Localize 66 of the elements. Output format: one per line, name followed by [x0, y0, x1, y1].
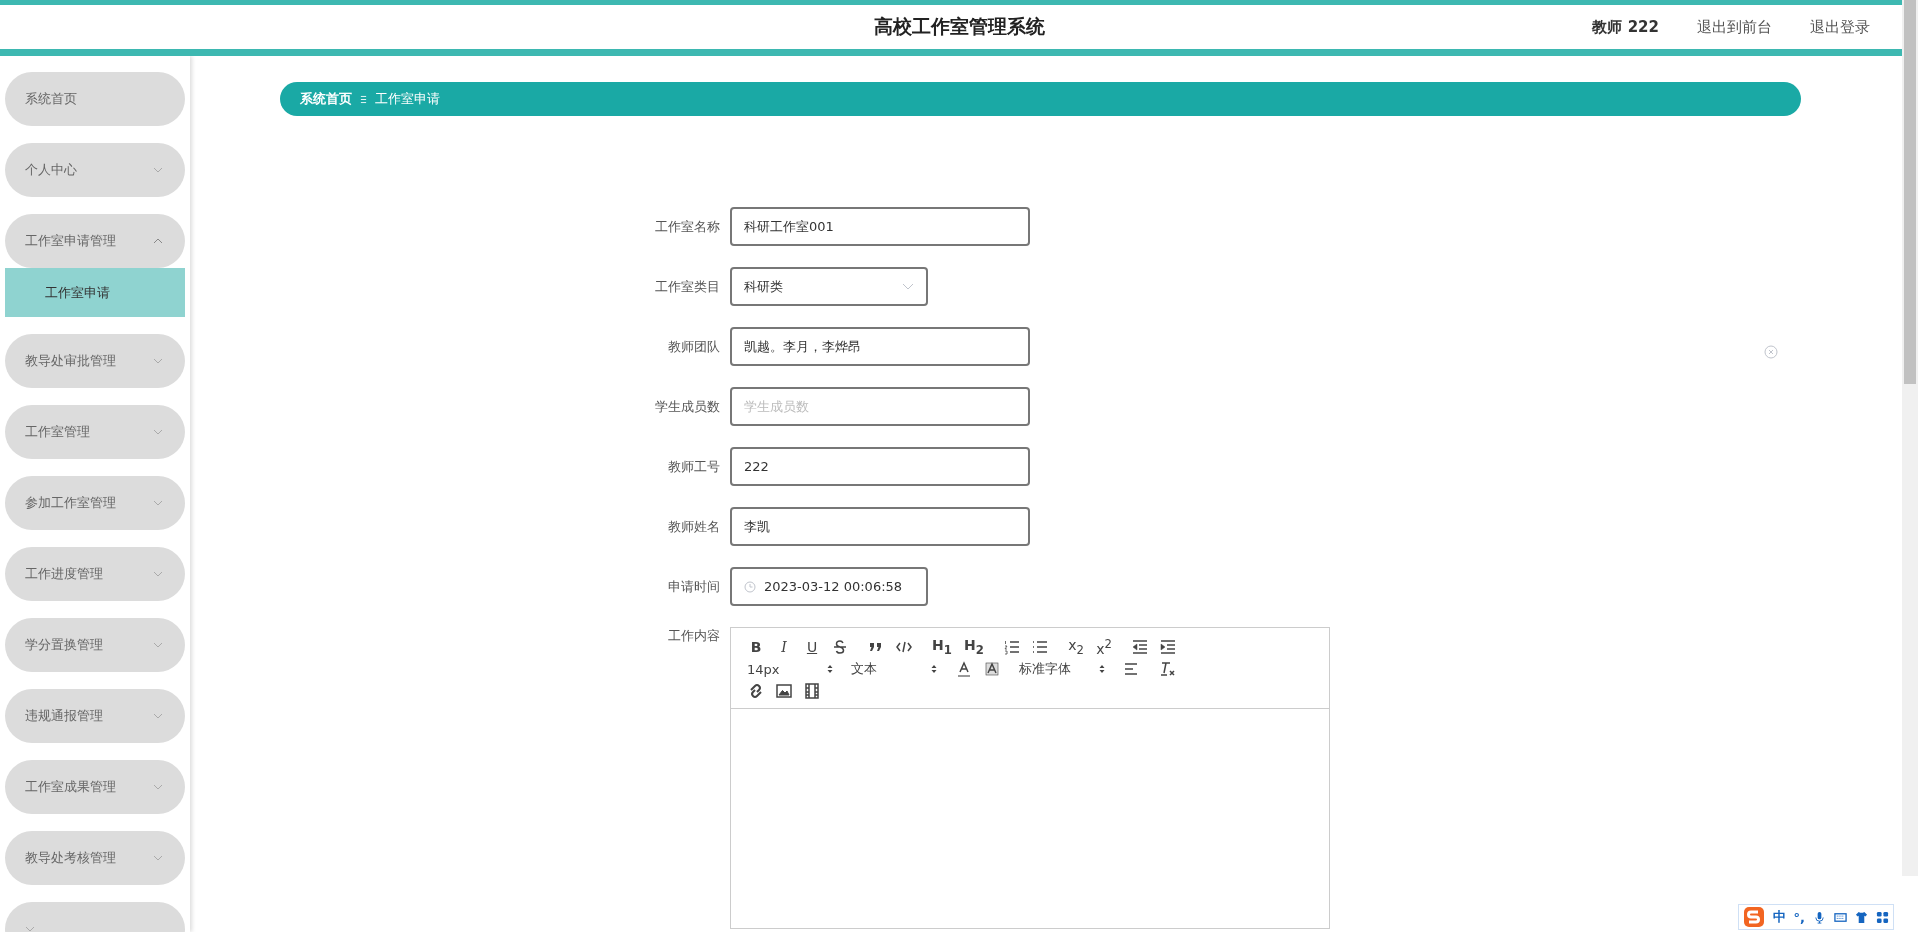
header-link[interactable]: 退出登录 [1810, 17, 1870, 37]
format-button[interactable]: I [773, 637, 795, 657]
field-label: 教师工号 [667, 457, 721, 476]
up-down-arrows-icon [1099, 664, 1105, 674]
scrollbar[interactable] [1902, 0, 1918, 876]
format-button[interactable]: H$_{1}$ [929, 637, 955, 657]
field-label: 学生成员数 [654, 397, 721, 416]
film-icon[interactable] [803, 682, 821, 700]
ime-punctuation[interactable]: °, [1793, 909, 1805, 925]
strikethrough-icon[interactable] [831, 638, 849, 656]
chevron-down-icon [902, 283, 914, 290]
bullet-list-icon[interactable] [1031, 638, 1049, 656]
format-picker[interactable]: 14px [745, 661, 835, 677]
keyboard-icon[interactable] [1834, 910, 1847, 924]
sidebar-subitem[interactable]: 工作室申请 [5, 268, 185, 317]
highlight-icon[interactable] [983, 660, 1001, 678]
scroll-thumb[interactable] [1904, 0, 1916, 384]
input-field[interactable]: 科研工作室001 [730, 207, 1030, 246]
sidebar-item[interactable]: 教导处考核管理 [5, 831, 185, 885]
input-field[interactable]: 凯越。李月，李烨昂 [730, 327, 1030, 366]
sidebar-item[interactable]: 个人中心 [5, 143, 185, 197]
indent-icon[interactable] [1159, 638, 1177, 656]
sidebar-item[interactable]: 参加工作室管理 [5, 476, 185, 530]
input-field[interactable]: 李凯 [730, 507, 1030, 546]
input-field[interactable]: 学生成员数 [730, 387, 1030, 426]
grid-icon[interactable] [1876, 910, 1889, 924]
sidebar-item[interactable]: 工作进度管理 [5, 547, 185, 601]
select-field[interactable]: 科研类 [730, 267, 928, 306]
up-down-arrows-icon [827, 664, 833, 674]
field-label: 工作内容 [667, 627, 721, 645]
input-field[interactable]: 222 [730, 447, 1030, 486]
sidebar-item[interactable]: 工作室管理 [5, 405, 185, 459]
date-field[interactable]: 2023-03-12 00:06:58 [730, 567, 928, 606]
sidebar-item[interactable]: 教导处审批管理 [5, 334, 185, 388]
header-link[interactable]: 退出到前台 [1697, 17, 1772, 37]
field-label: 教师团队 [667, 337, 721, 356]
ime-mode[interactable]: 中 [1772, 908, 1786, 926]
field-label: 工作室名称 [654, 217, 721, 236]
clear-format-icon[interactable] [1159, 660, 1177, 678]
sidebar-item[interactable]: 系统首页 [5, 72, 185, 126]
ime-logo-icon[interactable] [1742, 906, 1765, 928]
sidebar-item[interactable]: 学分置换管理 [5, 618, 185, 672]
format-button[interactable]: B [745, 637, 767, 657]
sidebar-item[interactable]: 违规通报管理 [5, 689, 185, 743]
up-down-arrows-icon [931, 664, 937, 674]
system-title: 高校工作室管理系统 [873, 14, 1045, 39]
microphone-icon[interactable] [1813, 910, 1826, 924]
numbered-list-icon[interactable] [1003, 638, 1021, 656]
text-color-icon[interactable] [955, 660, 973, 678]
clock-icon [744, 580, 756, 593]
format-button[interactable]: x$_{2}$ [1065, 637, 1087, 657]
shirt-icon[interactable] [1855, 910, 1868, 924]
user-label: 教师 222 [1592, 17, 1659, 37]
field-label: 申请时间 [667, 577, 721, 596]
sidebar-item[interactable]: 工作室成果管理 [5, 760, 185, 814]
image-icon[interactable] [775, 682, 793, 700]
format-picker[interactable]: 标准字体 [1017, 660, 1107, 678]
format-picker[interactable]: 文本 [849, 660, 939, 678]
separator-icon [360, 94, 367, 104]
format-button[interactable]: x$^{2}$ [1093, 637, 1115, 657]
format-button[interactable]: H$_{2}$ [961, 637, 987, 657]
outdent-icon[interactable] [1131, 638, 1149, 656]
sidebar-item[interactable]: 工作室申请管理 [5, 214, 185, 268]
field-label: 工作室类目 [654, 277, 721, 296]
format-button[interactable]: U [801, 637, 823, 657]
field-label: 教师姓名 [667, 517, 721, 536]
